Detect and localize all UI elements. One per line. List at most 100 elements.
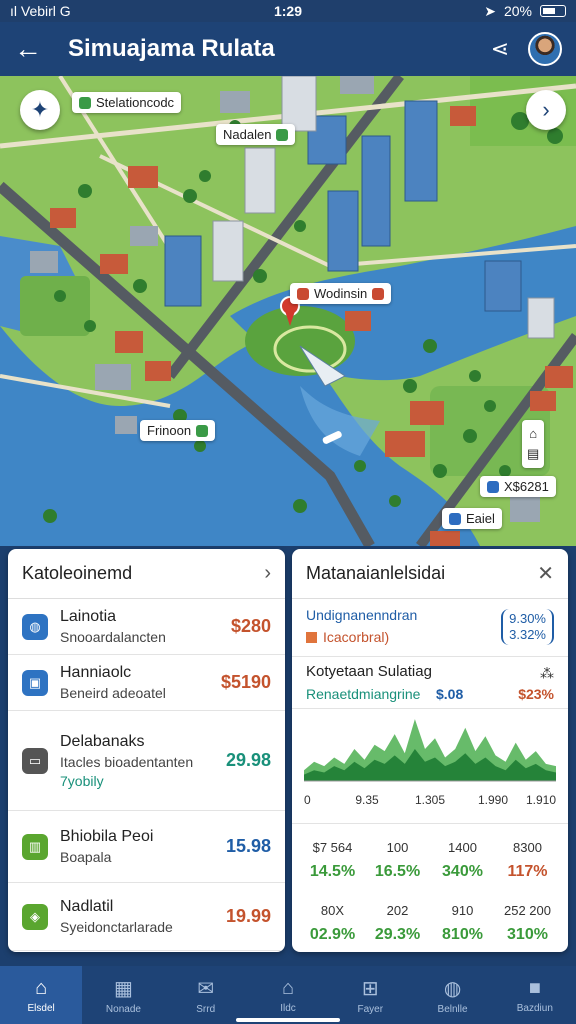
nav-item-house[interactable]: ⌂ Ildc <box>247 966 329 1024</box>
compass-icon: ✦ <box>30 97 50 122</box>
stat-grid: $7 564 14.5% 100 16.5% 1400 340% 8300 117% 80X 0… <box>292 824 568 950</box>
camera-icon: ▣ <box>22 669 48 696</box>
map-label-top[interactable]: Stelationcodc <box>72 92 182 113</box>
marker-icon <box>297 287 309 300</box>
metric-block[interactable]: Kotyetaan Sulatiag ⁂ Renaetdmiangrine $.… <box>292 657 568 709</box>
legend-swatch <box>306 631 317 643</box>
marker-icon <box>79 96 91 109</box>
list-item[interactable]: ◍ Lainotia Snooardalancten $280 <box>8 599 285 655</box>
stat-cell: 202 29.3% <box>365 903 430 944</box>
home-indicator <box>236 1018 340 1022</box>
stat-label: 202 <box>386 903 409 918</box>
area-chart[interactable]: 0 9.35 1.305 1.990 1.910 <box>292 709 568 824</box>
stat-label: 8300 <box>513 840 542 855</box>
map-label-east1[interactable]: X$6281 <box>480 476 556 497</box>
right-panel-header: Matanaianlelsidai ✕ <box>292 549 568 599</box>
list-item-text: Nadlatil Syeidonctarlarade <box>60 898 226 935</box>
list-item-subtitle: Itacles bioadentanten <box>60 753 194 770</box>
list-item-value: 29.98 <box>225 750 271 770</box>
map-label-west[interactable]: Frinoon <box>140 420 216 441</box>
map-label-district[interactable]: Nadalen <box>216 124 296 145</box>
map-zoom-icon: ▤ <box>527 446 540 461</box>
list-item[interactable]: ▭ Delabanaks Itacles bioadentanten 7yobily 2… <box>8 711 285 811</box>
share-icon[interactable]: ⋖ <box>480 36 520 62</box>
nav-item-map[interactable]: ⊞ Fayer <box>329 966 411 1024</box>
map-view[interactable]: ✦ › Stelationcodc Nadalen Wodinsin Frino… <box>0 76 576 546</box>
close-icon[interactable]: ✕ <box>537 561 554 586</box>
metric-values: Renaetdmiangrine $.08 $23% <box>306 686 554 702</box>
list-item-title: Delabanaks <box>60 732 145 750</box>
stat-label: $7 564 <box>312 840 353 855</box>
map-label-center[interactable]: Wodinsin <box>290 283 392 304</box>
map-layer-icon: ⌂ <box>529 426 538 441</box>
list-item-value: $280 <box>230 616 271 636</box>
stat-cell: 100 16.5% <box>365 840 430 881</box>
stat-value: 14.5% <box>309 863 356 880</box>
area-chart-svg: 0 9.35 1.305 1.990 1.910 <box>304 719 556 807</box>
summary-block[interactable]: Undignanenndran Icacorbral) 9.30% 3.32% <box>292 599 568 657</box>
stat-label: 1400 <box>448 840 477 855</box>
stat-label: 910 <box>451 903 474 918</box>
battery-icon <box>540 5 566 17</box>
bottom-nav: ⌂ Elsdel ▦ Nonade ✉ Srrd ⌂ Ildc ⊞ Fayer ◍ Belnlle ■ B… <box>0 966 576 1024</box>
list-item-subtitle: Syeidonctarlarade <box>60 919 173 935</box>
nav-item-label: Belnlle <box>437 1003 468 1015</box>
map-icon: ⊞ <box>361 977 379 1000</box>
right-panel-title: Matanaianlelsidai <box>306 563 446 583</box>
list-item-text: Lainotia Snooardalancten <box>60 608 231 645</box>
nav-item-globe[interactable]: ◍ Belnlle <box>411 966 493 1024</box>
list-item-text: Bhiobila Peoi Boapala <box>60 828 226 865</box>
list-item-subtitle: Boapala <box>60 849 112 865</box>
map-side-control[interactable]: ⌂ ▤ <box>522 420 545 468</box>
stat-cell: 80X 02.9% <box>300 903 365 944</box>
chevron-right-icon: › <box>542 97 550 122</box>
left-panel: Katoleoinemd › ◍ Lainotia Snooardalancten $… <box>8 549 285 952</box>
back-arrow-icon[interactable]: ← <box>14 33 54 65</box>
list-item-subtitle: Snooardalancten <box>60 629 166 645</box>
stat-cell: 910 810% <box>430 903 495 944</box>
page-title: Simuajama Rulata <box>68 35 275 62</box>
chevron-right-icon[interactable]: › <box>264 562 271 585</box>
status-bar: ıl Vebirl G 1:29 ➤ 20% <box>0 0 576 22</box>
list-item[interactable]: ▣ Hanniaolc Beneird adeoatel $5190 <box>8 655 285 711</box>
globe-icon: ◍ <box>443 977 462 1000</box>
left-panel-header: Katoleoinemd › <box>8 549 285 599</box>
stat-value: 29.3% <box>374 926 421 943</box>
more-icon[interactable]: ⁂ <box>540 665 554 682</box>
x-tick-label: 9.35 <box>355 793 379 807</box>
list-item-extra: 7yobily <box>60 772 104 789</box>
x-tick-label: 1.305 <box>415 793 445 807</box>
list-item-title: Hanniaolc <box>60 664 132 681</box>
nav-item-inbox[interactable]: ✉ Srrd <box>165 966 247 1024</box>
inbox-icon: ✉ <box>197 977 215 1000</box>
stat-value: 810% <box>442 926 483 943</box>
location-icon: ➤ <box>484 2 496 19</box>
stat-value: 117% <box>507 863 548 880</box>
list-item[interactable]: ▥ Bhiobila Peoi Boapala 15.98 <box>8 811 285 883</box>
nav-item-label: Srrd <box>196 1003 216 1015</box>
nav-item-home[interactable]: ⌂ Elsdel <box>0 966 83 1024</box>
nav-item-label: Ildc <box>280 1002 296 1014</box>
map-label-east2[interactable]: Eaiel <box>442 508 502 529</box>
list-item[interactable]: ◈ Nadlatil Syeidonctarlarade 19.99 <box>8 883 285 951</box>
list-item-title: Lainotia <box>60 608 117 625</box>
stat-cell: 252 200 310% <box>495 903 560 944</box>
status-right: ➤ 20% <box>406 3 566 20</box>
stat-value: 16.5% <box>374 863 421 880</box>
list-item-text: Delabanaks Itacles bioadentanten 7yobily <box>60 733 226 789</box>
stat-value: 340% <box>442 863 483 880</box>
left-panel-list: ◍ Lainotia Snooardalancten $280 ▣ Hanniaolc Be… <box>8 599 285 951</box>
stat-value: 310% <box>507 926 548 943</box>
x-tick-label: 0 <box>304 793 311 807</box>
nav-item-grid[interactable]: ▦ Nonade <box>82 966 164 1024</box>
compass-button[interactable]: ✦ <box>20 90 60 130</box>
stat-cell: 8300 117% <box>495 840 560 881</box>
stat-cell: $7 564 14.5% <box>300 840 365 881</box>
map-next-button[interactable]: › <box>526 90 566 130</box>
stat-label: 252 200 <box>504 903 551 918</box>
list-item-value: 19.99 <box>225 906 271 926</box>
avatar[interactable] <box>528 32 562 66</box>
nav-item-square[interactable]: ■ Bazdiun <box>494 966 576 1024</box>
list-item-title: Bhiobila Peoi <box>60 828 154 845</box>
right-panel: Matanaianlelsidai ✕ Undignanenndran Icac… <box>292 549 568 952</box>
